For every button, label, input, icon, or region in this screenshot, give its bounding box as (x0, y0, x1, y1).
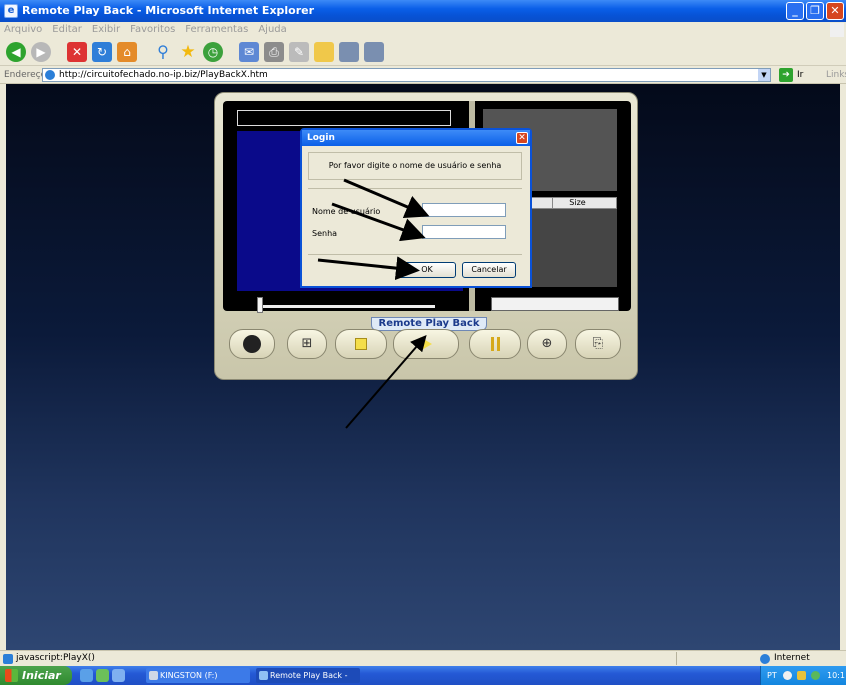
taskbar-item-remote-label: Remote Play Back - M... (270, 671, 348, 680)
minimize-button[interactable]: _ (786, 2, 804, 20)
links-button[interactable]: Links (826, 66, 846, 84)
globe-icon (760, 654, 770, 664)
taskbar-item-kingston-label: KINGSTON (F:) (160, 671, 218, 680)
arrow-to-play (345, 334, 427, 429)
quicklaunch-browser-icon[interactable] (112, 669, 125, 682)
print-icon[interactable]: ⎙ (264, 41, 284, 62)
close-button[interactable]: ✕ (826, 2, 844, 20)
tray-network-icon[interactable] (797, 671, 806, 680)
history-icon[interactable]: ◷ (203, 41, 223, 62)
window-title: Remote Play Back - Microsoft Internet Ex… (22, 4, 315, 17)
messenger-icon[interactable] (364, 41, 384, 62)
status-bar: javascript:PlayX() Internet (0, 650, 846, 666)
forward-icon[interactable]: ▶ (31, 41, 51, 62)
go-arrow-icon[interactable]: ➔ (779, 68, 793, 82)
status-text: javascript:PlayX() (16, 653, 95, 663)
start-button[interactable]: Iniciar (0, 666, 72, 685)
menu-ajuda[interactable]: Ajuda (258, 22, 286, 38)
start-label: Iniciar (22, 669, 61, 682)
address-bar: Endereço http://circuitofechado.no-ip.bi… (0, 66, 846, 84)
address-label: Endereço (4, 70, 47, 80)
arrow-to-username (343, 178, 430, 219)
quicklaunch-sync-icon[interactable] (96, 669, 109, 682)
tray-volume-icon[interactable] (783, 671, 792, 680)
menu-ferramentas[interactable]: Ferramentas (185, 22, 248, 38)
menu-bar: Arquivo Editar Exibir Favoritos Ferramen… (0, 22, 846, 38)
menu-exibir[interactable]: Exibir (92, 22, 120, 38)
refresh-icon[interactable]: ↻ (92, 41, 112, 62)
mail-icon[interactable]: ✉ (239, 41, 259, 62)
chevron-down-icon[interactable]: ▼ (758, 69, 770, 81)
system-tray: PT 10:1 (760, 666, 846, 685)
favorites-icon[interactable]: ★ (178, 42, 198, 62)
window-titlebar: e Remote Play Back - Microsoft Internet … (0, 0, 846, 22)
tray-clock: 10:1 (827, 671, 845, 680)
arrow-to-ok (317, 256, 420, 281)
tray-language[interactable]: PT (767, 666, 777, 685)
back-icon[interactable]: ◀ (6, 41, 26, 62)
taskbar: Iniciar KINGSTON (F:) Remote Play Back -… (0, 666, 846, 685)
status-cells (676, 652, 756, 665)
script-icon (3, 654, 13, 664)
arrow-to-password (331, 202, 426, 242)
edit-icon[interactable]: ✎ (289, 41, 309, 62)
quicklaunch-ie-icon[interactable] (80, 669, 93, 682)
annotation-arrows (317, 178, 430, 429)
research-icon[interactable] (339, 41, 359, 62)
folder-icon[interactable] (314, 41, 334, 62)
address-url: http://circuitofechado.no-ip.biz/PlayBac… (59, 70, 268, 80)
windows-flag-icon (5, 669, 18, 682)
security-zone: Internet (774, 653, 810, 663)
menu-editar[interactable]: Editar (52, 22, 82, 38)
right-frame-border (840, 84, 846, 650)
page-content: Size Remote Play Back ⊞ ⊕ ⎘ Login ✕ Por … (6, 84, 840, 650)
standard-toolbar: ◀ ▶ ✕ ↻ ⌂ ⚲ ★ ◷ ✉ ⎙ ✎ (0, 38, 846, 66)
screen: e Remote Play Back - Microsoft Internet … (0, 0, 846, 685)
taskbar-item-kingston[interactable]: KINGSTON (F:) (146, 668, 250, 683)
windows-logo-icon (830, 23, 844, 37)
restore-button[interactable]: ❐ (806, 2, 824, 20)
tray-update-icon[interactable] (811, 671, 820, 680)
ie-page-icon (259, 671, 268, 680)
menu-arquivo[interactable]: Arquivo (4, 22, 42, 38)
taskbar-item-remote-play-back[interactable]: Remote Play Back - M... (256, 668, 360, 683)
search-icon[interactable]: ⚲ (153, 42, 173, 62)
ie-icon (45, 70, 55, 80)
home-icon[interactable]: ⌂ (117, 41, 137, 62)
drive-icon (149, 671, 158, 680)
stop-icon[interactable]: ✕ (67, 41, 87, 62)
ie-page-icon: e (4, 4, 18, 18)
go-button[interactable]: Ir (797, 66, 803, 84)
menu-favoritos[interactable]: Favoritos (130, 22, 175, 38)
address-input[interactable]: http://circuitofechado.no-ip.biz/PlayBac… (42, 68, 771, 82)
